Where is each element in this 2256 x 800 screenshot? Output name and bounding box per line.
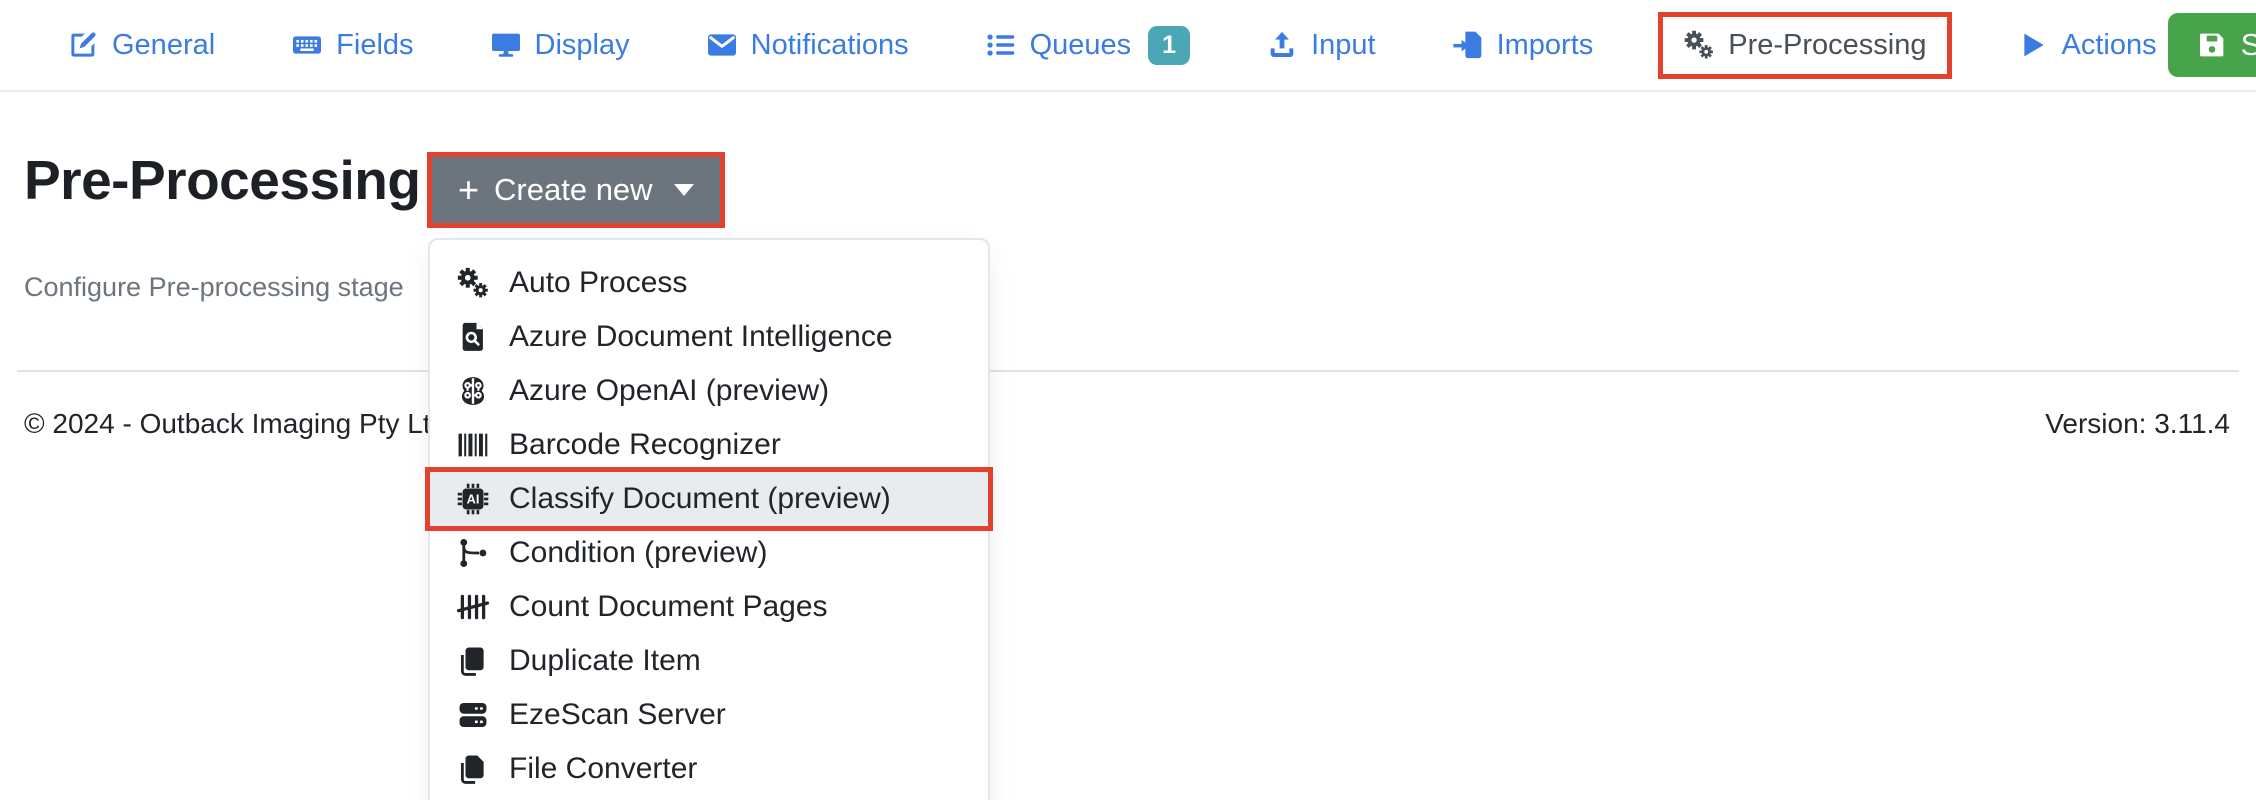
nav-tab-label: Imports (1497, 29, 1594, 62)
menu-item-label: File Converter (509, 752, 697, 786)
menu-item-label: Azure Document Intelligence (509, 320, 893, 354)
nav-tab-display[interactable]: Display (479, 14, 641, 77)
menu-item-barcode-recognizer[interactable]: Barcode Recognizer (430, 418, 988, 472)
svg-text:AI: AI (467, 492, 480, 507)
nav-tab-label: Notifications (751, 29, 909, 62)
display-icon (490, 29, 522, 61)
duplicate-icon (456, 644, 490, 678)
copyright-text: © 2024 - Outback Imaging Pty Ltd (24, 408, 446, 440)
save-floppy-icon (2196, 29, 2228, 61)
nav-tab-label: Pre-Processing (1728, 29, 1926, 62)
nav-tabs: General Fields Display Notifications Queues 1… (56, 11, 2168, 80)
branch-icon (456, 536, 490, 570)
footer: © 2024 - Outback Imaging Pty Ltd Version… (24, 408, 2230, 440)
menu-item-condition-preview[interactable]: Condition (preview) (430, 526, 988, 580)
nav-tab-general[interactable]: General (56, 14, 226, 77)
save-button-label: Save (2241, 27, 2256, 63)
nav-tab-label: Queues (1030, 29, 1132, 62)
create-new-annotation-box: + Create new (427, 152, 725, 228)
upload-icon (1266, 29, 1298, 61)
create-new-button[interactable]: + Create new (432, 157, 720, 223)
version-text: Version: 3.11.4 (2045, 408, 2230, 440)
nav-tab-pre-processing[interactable]: Pre-Processing (1658, 12, 1951, 79)
gears-icon (1683, 29, 1715, 61)
menu-item-label: Barcode Recognizer (509, 428, 781, 462)
nav-tab-queues[interactable]: Queues 1 (974, 11, 1201, 80)
menu-item-classify-document-preview[interactable]: AI Classify Document (preview) (430, 472, 988, 526)
menu-item-file-converter[interactable]: File Converter (430, 742, 988, 796)
play-icon (2017, 29, 2049, 61)
nav-tab-fields[interactable]: Fields (280, 14, 424, 77)
queues-count-badge: 1 (1148, 26, 1190, 65)
save-button[interactable]: Save (2168, 13, 2256, 77)
server-icon (456, 698, 490, 732)
menu-item-label: Azure OpenAI (preview) (509, 374, 829, 408)
menu-item-label: Duplicate Item (509, 644, 701, 678)
menu-item-auto-process[interactable]: Auto Process (430, 256, 988, 310)
menu-item-label: EzeScan Server (509, 698, 726, 732)
nav-tab-label: General (112, 29, 215, 62)
nav-tab-input[interactable]: Input (1255, 14, 1387, 77)
menu-item-duplicate-item[interactable]: Duplicate Item (430, 634, 988, 688)
create-new-label: Create new (494, 172, 653, 208)
menu-item-count-document-pages[interactable]: Count Document Pages (430, 580, 988, 634)
ezescan-settings-page: General Fields Display Notifications Queues 1… (0, 0, 2256, 800)
nav-tab-label: Fields (336, 29, 413, 62)
nav-tab-label: Actions (2062, 29, 2157, 62)
list-icon (985, 29, 1017, 61)
menu-item-label: Count Document Pages (509, 590, 828, 624)
file-convert-icon (456, 752, 490, 786)
nav-tab-label: Display (535, 29, 630, 62)
page-subtitle: Configure Pre-processing stage (24, 272, 404, 303)
nav-tab-label: Input (1311, 29, 1376, 62)
create-new-dropdown-menu: Auto Process Azure Document Intelligence A… (428, 238, 990, 800)
envelope-icon (706, 29, 738, 61)
menu-item-ezescan-server[interactable]: EzeScan Server (430, 688, 988, 742)
menu-item-azure-openai-preview[interactable]: Azure OpenAI (preview) (430, 364, 988, 418)
menu-item-label: Condition (preview) (509, 536, 767, 570)
nav-tab-actions[interactable]: Actions (2006, 14, 2168, 77)
gears-icon (456, 266, 490, 300)
divider (17, 370, 2239, 372)
menu-item-label: Classify Document (preview) (509, 482, 891, 516)
plus-icon: + (458, 178, 479, 202)
chip-ai-icon: AI (456, 482, 490, 516)
file-import-icon (1452, 29, 1484, 61)
menu-item-azure-document-intelligence[interactable]: Azure Document Intelligence (430, 310, 988, 364)
nav-tab-imports[interactable]: Imports (1441, 14, 1605, 77)
tally-icon (456, 590, 490, 624)
menu-item-label: Auto Process (509, 266, 687, 300)
top-navbar: General Fields Display Notifications Queues 1… (0, 0, 2256, 92)
edit-icon (67, 29, 99, 61)
barcode-icon (456, 428, 490, 462)
caret-down-icon (674, 184, 694, 196)
nav-tab-notifications[interactable]: Notifications (695, 14, 920, 77)
page-title: Pre-Processing (24, 148, 421, 212)
keyboard-icon (291, 29, 323, 61)
brain-circuit-icon (456, 374, 490, 408)
doc-search-icon (456, 320, 490, 354)
